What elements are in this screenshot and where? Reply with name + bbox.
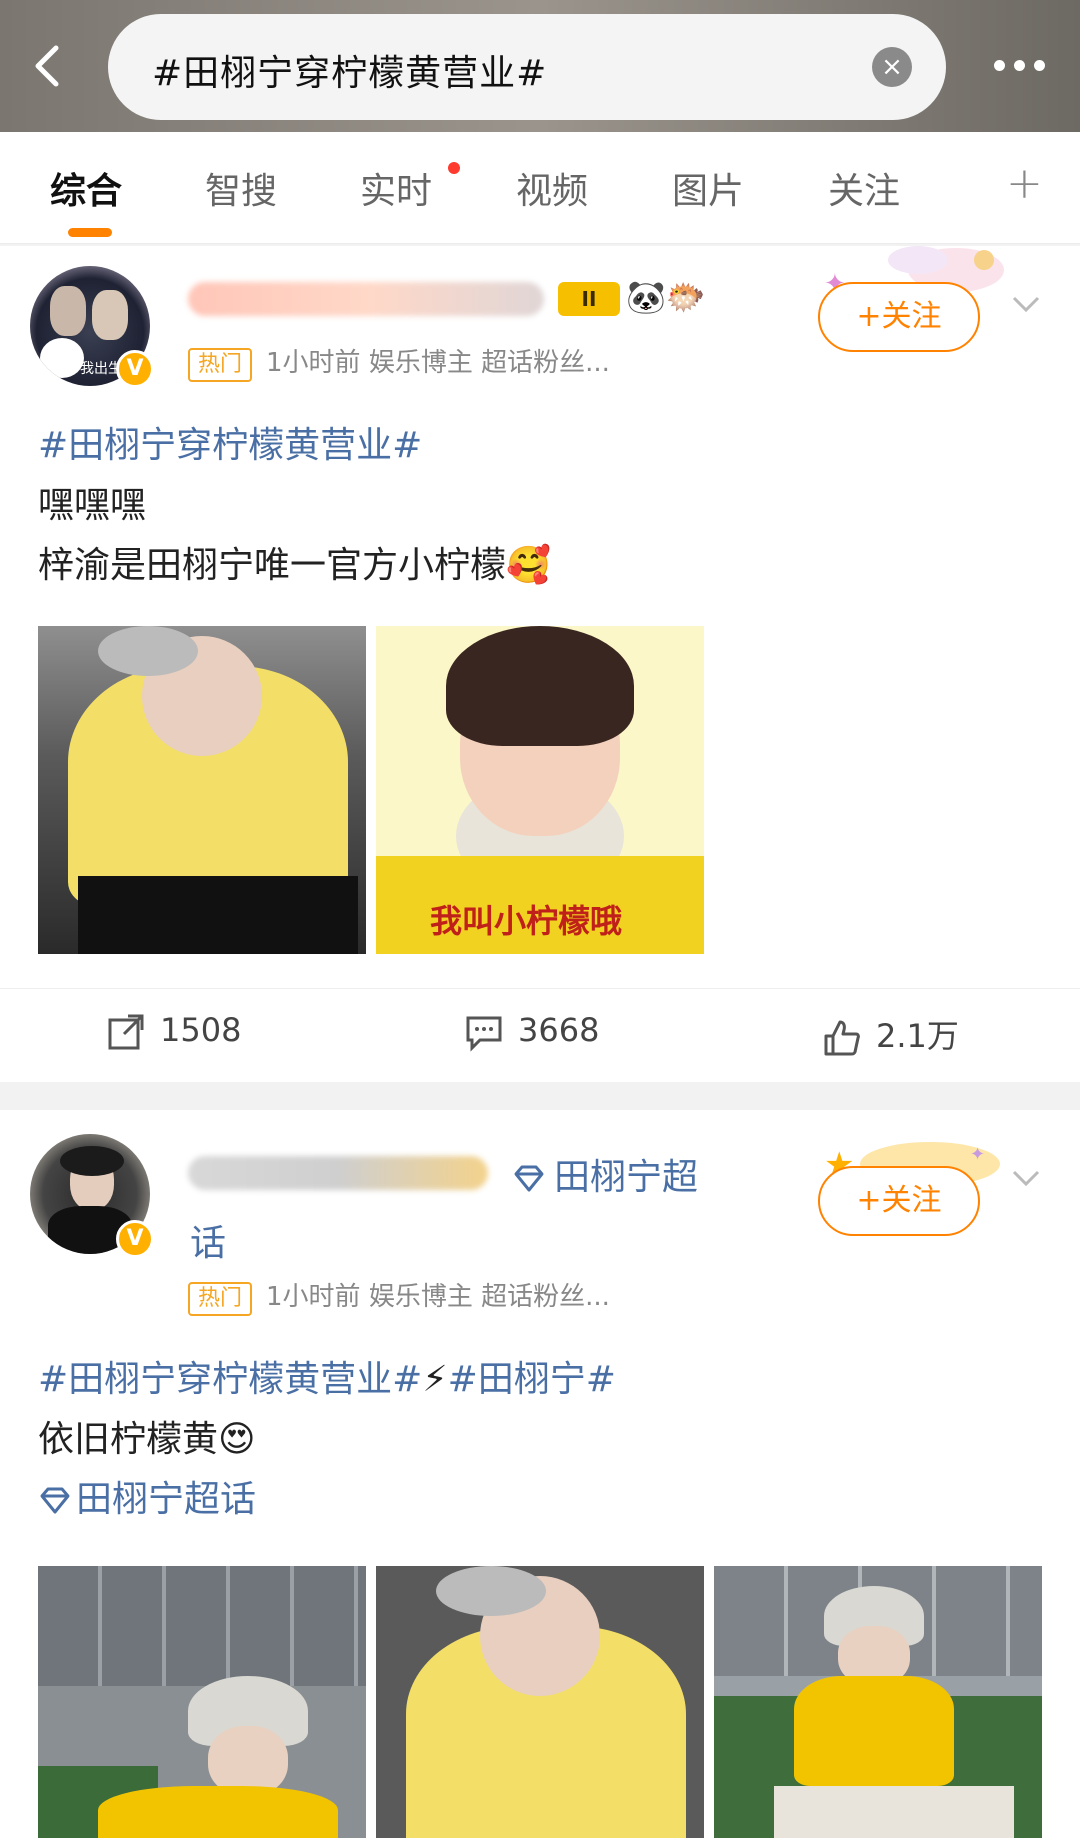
super-topic-name-tail[interactable]: 话 [190, 1214, 226, 1266]
topic-link[interactable]: #田栩宁穿柠檬黄营业# [38, 1359, 422, 1400]
comment-count: 3668 [518, 1011, 600, 1049]
smile-hearts-emoji: 🥰 [506, 545, 551, 586]
clear-icon[interactable]: × [872, 47, 912, 87]
hot-tag: 热门 [188, 1282, 253, 1316]
search-query[interactable]: #田栩宁穿柠檬黄营业# [152, 44, 547, 96]
post-body: #田栩宁穿柠檬黄营业# 嘿嘿嘿 梓渝是田栩宁唯一官方小柠檬🥰 [38, 416, 551, 596]
post-line: 依旧柠檬黄 [38, 1419, 219, 1460]
diamond-icon [514, 1165, 544, 1192]
super-topic-link[interactable]: 田栩宁超话 [38, 1470, 616, 1530]
diamond-icon [40, 1487, 70, 1514]
tab-images[interactable]: 图片 [672, 162, 744, 214]
topic-link[interactable]: #田栩宁穿柠檬黄营业# [38, 416, 551, 476]
badge-emojis: 🐼🐡 [626, 278, 706, 316]
comment-button[interactable]: 3668 [464, 1011, 599, 1052]
hot-tag: 热门 [188, 348, 253, 382]
post-line: 梓渝是田栩宁唯一官方小柠檬 [38, 545, 507, 586]
chevron-down-icon[interactable] [1006, 284, 1046, 324]
tab-following[interactable]: 关注 [828, 162, 900, 214]
username-blurred[interactable] [188, 1156, 488, 1190]
post-actions: 1508 3668 2.1万 [0, 988, 1080, 1078]
follow-button[interactable]: +关注 [818, 282, 980, 352]
post-meta: 热门 1小时前 娱乐博主 超话粉丝... [188, 1276, 610, 1316]
level-badge: II [558, 282, 620, 316]
post-image[interactable]: 我叫小柠檬哦 [376, 626, 704, 954]
comment-icon [466, 1016, 502, 1052]
back-arrow-icon[interactable] [22, 38, 78, 94]
tab-video[interactable]: 视频 [516, 162, 588, 214]
search-bar[interactable]: #田栩宁穿柠檬黄营业# × [108, 14, 946, 120]
tab-realtime[interactable]: 实时 [360, 162, 432, 214]
repost-button[interactable]: 1508 [106, 1011, 241, 1052]
lightning-emoji: ⚡ [422, 1359, 448, 1400]
super-topic-badge[interactable]: 田栩宁超 [512, 1148, 698, 1200]
top-bar: #田栩宁穿柠檬黄营业# × [0, 0, 1080, 132]
post-line: 嘿嘿嘿 [38, 485, 147, 526]
super-topic-link-label: 田栩宁超话 [76, 1479, 257, 1520]
post-image[interactable] [714, 1566, 1042, 1838]
post-body: #田栩宁穿柠檬黄营业#⚡#田栩宁# 依旧柠檬黄😍 田栩宁超话 [38, 1350, 616, 1530]
post-meta-text: 1小时前 娱乐博主 超话粉丝... [266, 348, 610, 378]
tab-active-indicator [68, 228, 112, 237]
tab-bar: 综合 智搜 实时 视频 图片 关注 + [0, 132, 1080, 244]
post-card: ★ ✦ V 田栩宁超 话 +关注 热门 1小时前 娱乐博主 超话粉丝... #田栩… [0, 1110, 1080, 1838]
heart-eyes-emoji: 😍 [218, 1419, 256, 1460]
thumbs-up-icon [824, 1020, 860, 1056]
like-button[interactable]: 2.1万 [822, 1011, 959, 1058]
post-card: ✦ 我出生了 V II 🐼🐡 +关注 热门 1小时前 娱乐博主 超话粉丝... #… [0, 246, 1080, 1082]
repost-icon [108, 1014, 144, 1050]
realtime-red-dot [448, 162, 460, 174]
tab-comprehensive[interactable]: 综合 [50, 162, 122, 214]
post-meta-text: 1小时前 娱乐博主 超话粉丝... [266, 1282, 610, 1312]
repost-count: 1508 [160, 1011, 242, 1049]
chevron-down-icon[interactable] [1006, 1158, 1046, 1198]
post-image[interactable] [38, 1566, 366, 1838]
post-meta: 热门 1小时前 娱乐博主 超话粉丝... [188, 342, 610, 382]
follow-button[interactable]: +关注 [818, 1166, 980, 1236]
verified-badge-icon: V [116, 350, 154, 388]
image-caption: 我叫小柠檬哦 [430, 902, 623, 940]
verified-badge-icon: V [116, 1220, 154, 1258]
more-icon[interactable] [988, 44, 1052, 84]
topic-link[interactable]: #田栩宁# [448, 1359, 616, 1400]
svg-text:✦: ✦ [970, 1144, 985, 1165]
username-blurred[interactable] [188, 282, 544, 316]
post-image[interactable] [376, 1566, 704, 1838]
tab-smart-search[interactable]: 智搜 [205, 162, 277, 214]
like-count: 2.1万 [876, 1017, 959, 1055]
super-topic-name: 田栩宁超 [554, 1157, 699, 1198]
add-tab-icon[interactable]: + [1006, 158, 1043, 209]
post-image[interactable] [38, 626, 366, 954]
